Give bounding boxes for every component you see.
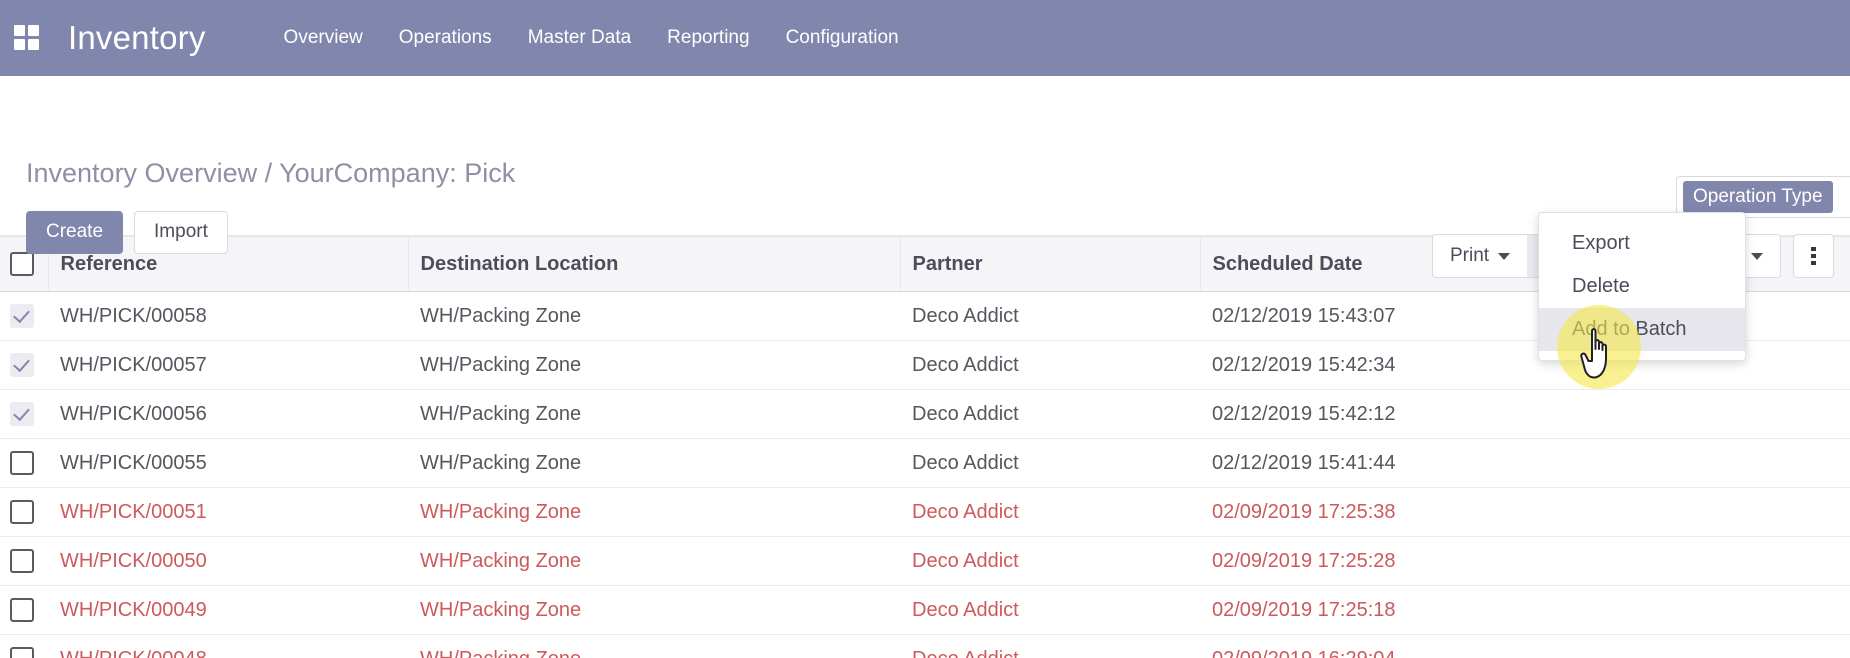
cell-source-location <box>1608 634 1850 658</box>
table-row[interactable]: WH/PICK/00051 WH/Packing Zone Deco Addict 0… <box>0 487 1850 537</box>
group-by-bar <box>1810 261 1816 265</box>
cell-scheduled-date: 02/09/2019 17:25:18 <box>1200 585 1608 635</box>
cell-partner: Deco Addict <box>900 291 1200 341</box>
group-by-bar <box>1810 247 1816 251</box>
chevron-down-icon <box>1498 252 1511 260</box>
cell-partner: Deco Addict <box>900 438 1200 488</box>
cell-source-location <box>1608 487 1850 537</box>
table-row[interactable]: WH/PICK/00049 WH/Packing Zone Deco Addict 0… <box>0 585 1850 635</box>
row-select-cell <box>0 536 48 586</box>
app-brand-title[interactable]: Inventory <box>68 19 206 57</box>
cell-reference: WH/PICK/00049 <box>48 585 408 635</box>
print-button[interactable]: Print <box>1433 235 1528 277</box>
cell-destination-location: WH/Packing Zone <box>408 536 900 586</box>
dropdown-item-delete[interactable]: Delete <box>1539 265 1745 308</box>
cell-partner: Deco Addict <box>900 340 1200 390</box>
cell-reference: WH/PICK/00048 <box>48 634 408 658</box>
select-all-checkbox[interactable] <box>10 252 34 276</box>
row-checkbox[interactable] <box>10 304 34 328</box>
row-select-cell <box>0 389 48 439</box>
nav-item-operations[interactable]: Operations <box>381 27 510 49</box>
table-row[interactable]: WH/PICK/00055 WH/Packing Zone Deco Addict 0… <box>0 438 1850 488</box>
cell-reference: WH/PICK/00058 <box>48 291 408 341</box>
cell-destination-location: WH/Packing Zone <box>408 389 900 439</box>
action-dropdown-menu: Export Delete Add to Batch <box>1538 212 1746 361</box>
table-row[interactable]: WH/PICK/00056 WH/Packing Zone Deco Addict 0… <box>0 389 1850 439</box>
cell-partner: Deco Addict <box>900 487 1200 537</box>
cell-source-location <box>1608 536 1850 586</box>
cell-reference: WH/PICK/00051 <box>48 487 408 537</box>
cell-scheduled-date: 02/12/2019 15:41:44 <box>1200 438 1608 488</box>
row-checkbox[interactable] <box>10 647 34 658</box>
dropdown-item-add-to-batch[interactable]: Add to Batch <box>1539 308 1745 351</box>
cell-partner: Deco Addict <box>900 389 1200 439</box>
cell-destination-location: WH/Packing Zone <box>408 634 900 658</box>
apps-grid-square <box>28 39 39 50</box>
create-button[interactable]: Create <box>26 211 124 254</box>
row-select-cell <box>0 438 48 488</box>
row-checkbox[interactable] <box>10 402 34 426</box>
group-by-icon <box>1810 247 1816 265</box>
cell-destination-location: WH/Packing Zone <box>408 291 900 341</box>
nav-item-reporting[interactable]: Reporting <box>649 27 767 49</box>
search-facet-operation-type[interactable]: Operation Type <box>1683 181 1833 213</box>
group-by-group <box>1792 234 1834 278</box>
apps-grid-square <box>14 39 25 50</box>
cell-reference: WH/PICK/00055 <box>48 438 408 488</box>
row-checkbox[interactable] <box>10 451 34 475</box>
group-by-button[interactable] <box>1793 235 1833 277</box>
print-button-label: Print <box>1450 245 1490 266</box>
table-row[interactable]: WH/PICK/00050 WH/Packing Zone Deco Addict 0… <box>0 536 1850 586</box>
apps-grid-icon[interactable] <box>14 25 40 51</box>
row-checkbox[interactable] <box>10 549 34 573</box>
apps-grid-square <box>28 25 39 36</box>
cell-scheduled-date: 02/09/2019 17:25:38 <box>1200 487 1608 537</box>
nav-item-configuration[interactable]: Configuration <box>768 27 917 49</box>
cell-reference: WH/PICK/00057 <box>48 340 408 390</box>
row-select-cell <box>0 585 48 635</box>
cell-reference: WH/PICK/00056 <box>48 389 408 439</box>
cell-scheduled-date: 02/09/2019 16:29:04 <box>1200 634 1608 658</box>
cell-destination-location: WH/Packing Zone <box>408 340 900 390</box>
cell-destination-location: WH/Packing Zone <box>408 438 900 488</box>
cell-partner: Deco Addict <box>900 634 1200 658</box>
cell-destination-location: WH/Packing Zone <box>408 487 900 537</box>
cell-partner: Deco Addict <box>900 585 1200 635</box>
nav-item-master-data[interactable]: Master Data <box>510 27 649 49</box>
row-select-cell <box>0 634 48 658</box>
breadcrumb[interactable]: Inventory Overview / YourCompany: Pick <box>26 158 515 189</box>
cell-source-location <box>1608 585 1850 635</box>
chevron-down-icon <box>1750 252 1763 260</box>
main-nav-menu: Overview Operations Master Data Reportin… <box>266 27 917 49</box>
cell-partner: Deco Addict <box>900 536 1200 586</box>
group-by-bar <box>1810 254 1816 258</box>
column-header-partner[interactable]: Partner <box>900 236 1201 292</box>
nav-item-overview[interactable]: Overview <box>266 27 381 49</box>
row-checkbox[interactable] <box>10 500 34 524</box>
cell-source-location <box>1608 389 1850 439</box>
cell-scheduled-date: 02/09/2019 17:25:28 <box>1200 536 1608 586</box>
cell-destination-location: WH/Packing Zone <box>408 585 900 635</box>
apps-grid-square <box>14 25 25 36</box>
row-select-cell <box>0 291 48 341</box>
row-checkbox[interactable] <box>10 598 34 622</box>
table-row[interactable]: WH/PICK/00048WH/Packing ZoneDeco Addict0… <box>0 634 1850 658</box>
primary-button-row: Create Import <box>26 211 228 254</box>
import-button[interactable]: Import <box>134 211 228 254</box>
row-select-cell <box>0 340 48 390</box>
row-checkbox[interactable] <box>10 353 34 377</box>
column-header-destination-location[interactable]: Destination Location <box>408 236 901 292</box>
cell-scheduled-date: 02/12/2019 15:42:12 <box>1200 389 1608 439</box>
cell-source-location <box>1608 438 1850 488</box>
top-navbar: Inventory Overview Operations Master Dat… <box>0 0 1850 76</box>
cell-reference: WH/PICK/00050 <box>48 536 408 586</box>
row-select-cell <box>0 487 48 537</box>
dropdown-item-export[interactable]: Export <box>1539 222 1745 265</box>
